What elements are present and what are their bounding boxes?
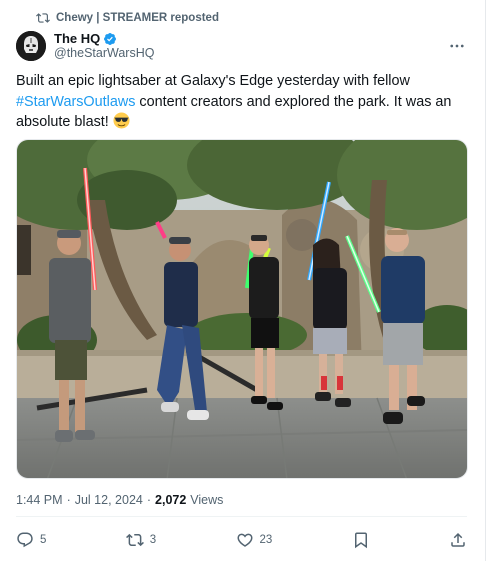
- reply-icon: [17, 532, 33, 548]
- tweet-time[interactable]: 1:44 PM: [16, 493, 63, 507]
- reply-button[interactable]: 5: [16, 531, 46, 549]
- bookmark-icon: [354, 532, 367, 549]
- repost-icon: [36, 13, 50, 23]
- tweet-meta: 1:44 PM · Jul 12, 2024 · 2,072 Views: [16, 493, 223, 507]
- more-icon: [450, 44, 464, 48]
- group-photo-image: [17, 140, 467, 478]
- divider: [16, 516, 467, 517]
- tweet-header: The HQ @theStarWarsHQ: [16, 29, 469, 63]
- retweet-icon: [125, 533, 144, 547]
- author-handle[interactable]: @theStarWarsHQ: [54, 46, 154, 61]
- sunglasses-emoji-icon: [113, 112, 130, 129]
- action-bar: 5 3 23: [16, 528, 467, 552]
- more-button[interactable]: [445, 34, 469, 58]
- retweet-button[interactable]: 3: [125, 531, 157, 549]
- avatar[interactable]: [16, 31, 46, 61]
- repost-label: Chewy | STREAMER reposted: [56, 12, 219, 24]
- tweet-date[interactable]: Jul 12, 2024: [75, 493, 143, 507]
- views-count: 2,072: [155, 493, 187, 507]
- tweet-text-before: Built an epic lightsaber at Galaxy's Edg…: [16, 73, 410, 89]
- views-label: Views: [190, 493, 224, 507]
- reply-count: 5: [40, 534, 47, 546]
- tweet-text: Built an epic lightsaber at Galaxy's Edg…: [16, 71, 466, 133]
- author-name[interactable]: The HQ: [54, 31, 100, 46]
- repost-banner[interactable]: Chewy | STREAMER reposted: [36, 11, 219, 25]
- meta-separator-2: ·: [146, 493, 152, 507]
- author-block: The HQ @theStarWarsHQ: [54, 31, 154, 61]
- share-icon: [451, 532, 465, 547]
- tweet-card: Chewy | STREAMER reposted The HQ @theSta…: [0, 0, 486, 561]
- hashtag-link[interactable]: #StarWarsOutlaws: [16, 94, 135, 110]
- like-icon: [236, 533, 253, 547]
- like-count: 23: [259, 534, 273, 546]
- stormtrooper-avatar-icon: [16, 31, 46, 61]
- meta-separator: ·: [66, 493, 71, 507]
- verified-badge-icon: [104, 32, 117, 45]
- share-button[interactable]: [449, 531, 467, 549]
- like-button[interactable]: 23: [236, 531, 273, 549]
- bookmark-button[interactable]: [352, 531, 370, 549]
- tweet-photo[interactable]: [16, 139, 468, 479]
- retweet-count: 3: [149, 534, 157, 546]
